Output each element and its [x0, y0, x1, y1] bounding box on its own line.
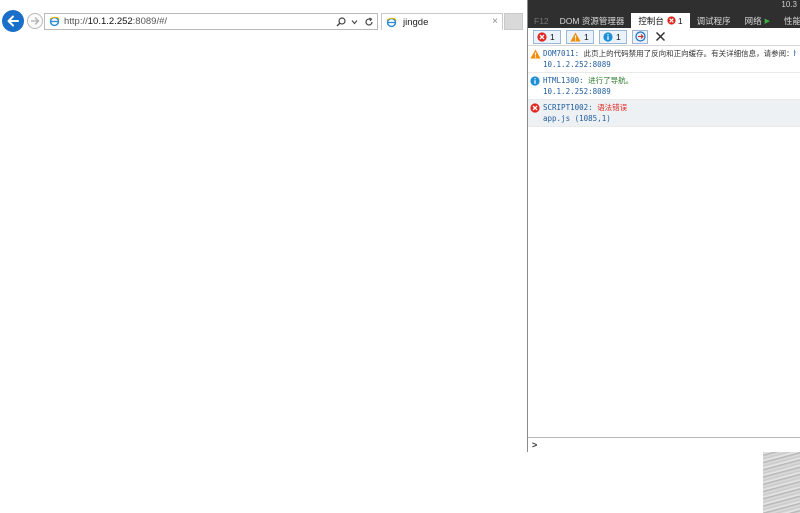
- tab-debugger[interactable]: 调试程序: [690, 13, 738, 28]
- console-error-count: 1: [677, 15, 683, 26]
- message-source[interactable]: 10.1.2.252:8089: [543, 59, 796, 70]
- console-prompt: >: [532, 440, 538, 450]
- message-link[interactable]: ht: [794, 49, 796, 58]
- devtools-tabbar: F12 DOM 资源管理器 控制台 1 调试程序 网络 ▶ 性能: [528, 12, 800, 28]
- clear-on-navigate-button[interactable]: [632, 29, 648, 44]
- console-toolbar: 1 1 1: [528, 28, 800, 46]
- back-button[interactable]: [2, 10, 24, 32]
- error-icon: [530, 103, 540, 113]
- desktop-background: [527, 452, 800, 513]
- play-icon: ▶: [764, 17, 771, 25]
- ie-tab-icon: [386, 17, 397, 27]
- tab-close-icon[interactable]: ×: [492, 16, 498, 27]
- console-input[interactable]: >: [528, 437, 800, 452]
- message-text: 此页上的代码禁用了反向和正向缓存。有关详细信息，请参阅：: [583, 49, 794, 58]
- warning-icon: [530, 49, 541, 59]
- refresh-icon[interactable]: [363, 15, 374, 28]
- new-tab-button[interactable]: [504, 13, 523, 30]
- url-text: http://10.1.2.252:8089/#/: [64, 16, 168, 27]
- navigate-clear-icon: [634, 31, 646, 42]
- tab-title: jingde: [403, 16, 429, 28]
- clear-console-button[interactable]: [653, 30, 667, 44]
- arrow-right-icon: [30, 17, 40, 25]
- console-message-warning[interactable]: DOM7011: 此页上的代码禁用了反向和正向缓存。有关详细信息，请参阅：ht …: [528, 46, 800, 73]
- forward-button[interactable]: [27, 13, 43, 29]
- address-bar[interactable]: http://10.1.2.252:8089/#/: [44, 13, 378, 30]
- message-code: SCRIPT1002: [543, 103, 589, 112]
- devtools-titlebar: 10.3: [528, 0, 800, 12]
- ie-page-icon: [49, 16, 60, 27]
- error-icon: [667, 16, 676, 25]
- browser-tab[interactable]: jingde ×: [381, 13, 503, 30]
- message-code: HTML1300: [543, 76, 580, 85]
- devtools-pane: 10.3 F12 DOM 资源管理器 控制台 1 调试程序 网络▶ 性能 1: [527, 0, 800, 452]
- message-source[interactable]: 10.1.2.252:8089: [543, 86, 796, 97]
- arrow-left-icon: [7, 15, 19, 27]
- close-icon: [655, 31, 665, 42]
- desktop-image-thumbnail: [763, 452, 800, 513]
- tab-performance[interactable]: 性能: [777, 13, 800, 28]
- tab-console[interactable]: 控制台 1: [631, 13, 690, 28]
- browser-chrome: http://10.1.2.252:8089/#/ jingde ×: [0, 0, 528, 40]
- filter-info-button[interactable]: 1: [599, 29, 627, 44]
- filter-errors-button[interactable]: 1: [533, 29, 561, 44]
- filter-warnings-button[interactable]: 1: [566, 29, 594, 44]
- warning-icon: [570, 32, 581, 41]
- message-source[interactable]: app.js (1085,1): [543, 113, 796, 124]
- message-code: DOM7011: [543, 49, 575, 58]
- error-icon: [537, 31, 547, 42]
- message-text: 进行了导航。: [588, 76, 634, 85]
- tab-f12[interactable]: F12: [528, 13, 553, 28]
- console-message-error[interactable]: SCRIPT1002: 语法错误 app.js (1085,1): [528, 100, 800, 127]
- info-icon: [530, 76, 540, 86]
- tab-network[interactable]: 网络 ▶: [738, 13, 777, 28]
- message-text: 语法错误: [597, 103, 628, 112]
- console-message-info[interactable]: HTML1300: 进行了导航。 10.1.2.252:8089: [528, 73, 800, 100]
- dropdown-icon[interactable]: [349, 15, 360, 28]
- search-icon[interactable]: [335, 15, 346, 28]
- devtools-version: 10.3: [781, 0, 797, 9]
- info-icon: [603, 31, 613, 42]
- tab-dom-explorer[interactable]: DOM 资源管理器: [553, 13, 632, 28]
